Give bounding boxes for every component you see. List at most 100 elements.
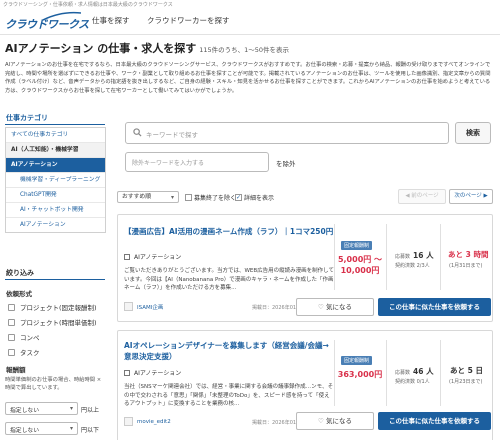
checkbox-icon — [185, 194, 192, 201]
result-count: 115件のうち、1〜50件を表示 — [199, 46, 290, 54]
checkbox-icon — [8, 348, 15, 356]
category-heading-underline — [5, 124, 105, 125]
reward-type-tag: 固定報酬制 — [341, 241, 373, 250]
category-item-chatgpt[interactable]: ChatGPT開発 — [6, 188, 105, 203]
applicants-value: 16 人 — [413, 251, 434, 260]
price-fixed: 363,000円 — [337, 370, 383, 379]
favorite-button[interactable]: ♡ 気になる — [296, 298, 374, 316]
site-logo[interactable]: クラウドワークス — [5, 11, 89, 35]
filter-fixed-checkbox[interactable]: プロジェクト(固定報酬制) — [8, 302, 97, 312]
intro-text: AIアノテーションのお仕事を在宅でするなら、日本最大級のクラウドソーシングサービ… — [5, 62, 491, 95]
category-heading: 仕事カテゴリ — [6, 114, 48, 122]
job-category[interactable]: AIアノテーション — [124, 252, 181, 261]
page-title-text: AIアノテーション の仕事・求人を探す — [5, 42, 197, 55]
category-item-all[interactable]: すべての仕事カテゴリ — [6, 128, 105, 143]
filter-compe-checkbox[interactable]: コンペ — [8, 332, 40, 342]
exclude-label: を除外 — [276, 160, 296, 168]
reward-heading: 報酬額 — [6, 366, 26, 374]
price-min: 5,000円 〜 — [337, 255, 383, 264]
similar-request-button[interactable]: この仕事に似た仕事を依頼する — [378, 412, 491, 430]
card-divider — [440, 340, 441, 406]
filter-heading: 絞り込み — [6, 269, 34, 277]
folder-icon — [124, 253, 130, 260]
exclude-keyword-placeholder: 除外キーワードを入力する — [132, 160, 205, 167]
client-name: ISAMI企画 — [137, 304, 164, 311]
job-category-label: AIアノテーション — [134, 254, 182, 261]
client-link[interactable]: ISAMI企画 — [124, 302, 163, 311]
client-avatar — [124, 417, 133, 426]
filter-task-label: タスク — [20, 349, 40, 357]
applicants-count: 応募数 46 人 — [395, 366, 434, 377]
card-divider — [386, 340, 387, 406]
next-page-button[interactable]: 次のページ ▶ — [449, 189, 493, 204]
reward-max-suffix: 円以下 — [81, 427, 100, 434]
filter-compe-label: コンペ — [20, 334, 40, 342]
contract-count: 契約済数 2/3人 — [395, 263, 430, 269]
filter-task-checkbox[interactable]: タスク — [8, 347, 40, 357]
favorite-label: 気になる — [325, 303, 352, 311]
folder-icon — [124, 369, 130, 376]
site-tagline: クラウドソーシング・仕事依頼・求人情報は日本最大級のクラウドワークス — [3, 2, 173, 8]
filter-hourly-checkbox[interactable]: プロジェクト(時間単価制) — [8, 317, 97, 327]
nav-find-worker[interactable]: クラウドワーカーを探す — [147, 15, 230, 26]
reward-min-suffix: 円以上 — [81, 407, 100, 414]
job-title-link[interactable]: AIオペレーションデザイナーを募集します（経営会議/会議→意思決定支援） — [124, 340, 334, 362]
applicants-value: 46 人 — [413, 367, 434, 376]
card-divider — [386, 224, 387, 290]
page-title: AIアノテーション の仕事・求人を探す 115件のうち、1〜50件を表示 — [5, 40, 289, 56]
similar-request-button[interactable]: この仕事に似た仕事を依頼する — [378, 298, 491, 316]
favorite-button[interactable]: ♡ 気になる — [296, 412, 374, 430]
nav-find-job[interactable]: 仕事を探す — [92, 15, 130, 26]
request-type-heading: 依頼形式 — [6, 290, 32, 298]
contract-count: 契約済数 0/1人 — [395, 379, 430, 385]
hide-closed-label: 募集終了を除く — [194, 195, 237, 202]
search-icon — [133, 128, 142, 137]
client-avatar — [124, 302, 133, 311]
category-item-annotation[interactable]: AIアノテーション — [6, 218, 105, 232]
sort-select[interactable]: おすすめ順 — [117, 191, 179, 203]
keyword-search-placeholder: キーワードで探す — [146, 131, 198, 139]
time-remaining: あと 5 日 — [450, 366, 483, 375]
job-category-label: AIアノテーション — [134, 370, 182, 377]
reward-max-select[interactable]: 指定しない — [5, 422, 78, 435]
card-divider — [440, 224, 441, 290]
filter-heading-underline — [5, 279, 105, 280]
category-item-ai[interactable]: AI（人工知能）・機械学習 — [6, 143, 105, 158]
category-item-ai-annotation-active[interactable]: AIアノテーション — [6, 158, 105, 173]
category-item-chatbot[interactable]: AI・チャットボット開発 — [6, 203, 105, 218]
heart-icon: ♡ — [318, 303, 326, 311]
deadline-date: (1月31日まで) — [449, 263, 483, 269]
job-description: ご覧いただきありがとうございます。当方では、WEB広告用の縦読み漫画を制作してい… — [124, 268, 334, 291]
show-details-label: 詳細を表示 — [244, 195, 275, 202]
prev-page-button[interactable]: ◀ 前のページ — [398, 189, 446, 204]
filter-fixed-label: プロジェクト(固定報酬制) — [20, 304, 97, 312]
filter-hourly-label: プロジェクト(時間単価制) — [20, 319, 97, 327]
job-description: 当社（SNSマーケ関連会社）では、経営・事業に関する会議の議事録作成…ンモ、その… — [124, 384, 334, 407]
logo-swoosh-icon — [43, 11, 81, 21]
applicants-label: 応募数 — [395, 254, 411, 260]
reward-min-select[interactable]: 指定しない — [5, 402, 78, 415]
heart-icon: ♡ — [318, 417, 326, 425]
reward-type-tag: 固定報酬制 — [341, 356, 373, 365]
applicants-label: 応募数 — [395, 370, 411, 376]
deadline-date: (1月23日まで) — [449, 379, 483, 385]
checkbox-icon — [8, 333, 15, 341]
checkmark-icon: ✓ — [235, 194, 242, 201]
reward-note: 時間単価制のお仕事の場合、時給時間 × 時間で算出しています。 — [5, 377, 102, 391]
header-divider — [0, 34, 500, 35]
favorite-label: 気になる — [325, 417, 352, 425]
job-category[interactable]: AIアノテーション — [124, 368, 181, 377]
client-name: movie_edit2 — [137, 418, 171, 425]
category-item-ml[interactable]: 機械学習・ディープラーニング — [6, 173, 105, 188]
client-link[interactable]: movie_edit2 — [124, 417, 171, 426]
checkbox-icon — [8, 318, 15, 326]
checkbox-icon — [8, 303, 15, 311]
search-button[interactable]: 検索 — [455, 122, 491, 144]
time-remaining: あと 3 時間 — [448, 250, 489, 259]
job-title-link[interactable]: 【漫画広告】AI活用の漫画ネーム作成（ラフ）｜1コマ250円 — [124, 226, 334, 237]
hide-closed-checkbox[interactable]: 募集終了を除く — [185, 193, 236, 202]
show-details-checkbox[interactable]: ✓ 詳細を表示 — [235, 193, 274, 202]
applicants-count: 応募数 16 人 — [395, 250, 434, 261]
category-list: すべての仕事カテゴリ AI（人工知能）・機械学習 AIアノテーション 機械学習・… — [5, 127, 106, 233]
price-max: 10,000円 — [340, 266, 380, 275]
